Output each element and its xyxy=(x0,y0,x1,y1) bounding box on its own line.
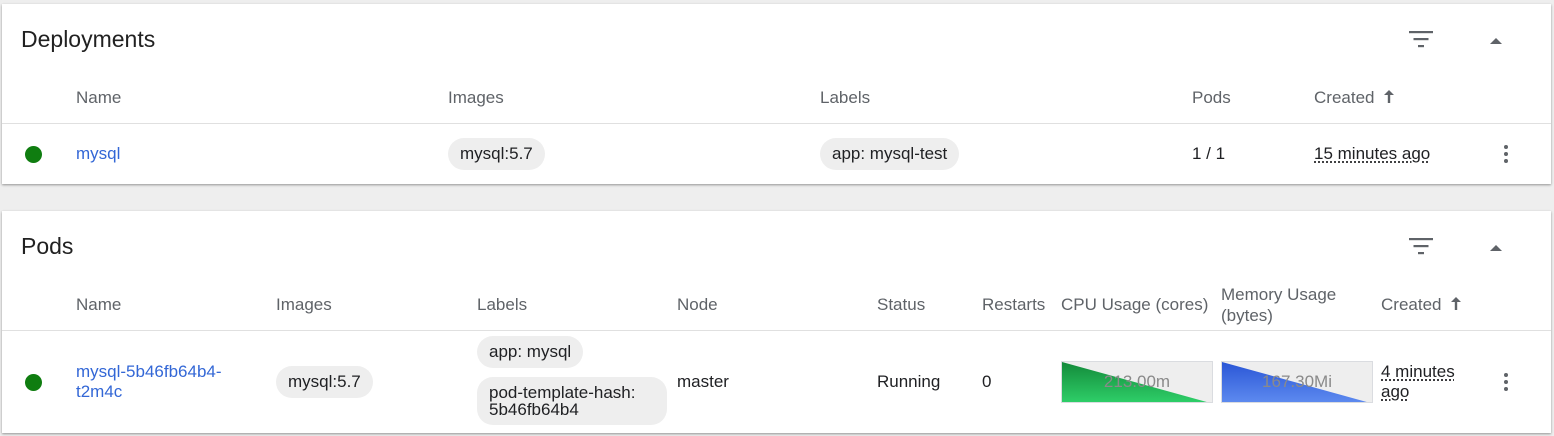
restart-count: 0 xyxy=(982,372,992,391)
label-chip: app: mysql-test xyxy=(820,138,960,170)
column-header-restarts: Restarts xyxy=(982,295,1046,314)
collapse-icon[interactable] xyxy=(1489,240,1503,258)
memory-value: 167.30Mi xyxy=(1262,372,1332,391)
status-ok-icon xyxy=(25,146,42,163)
memory-header-line1: Memory Usage xyxy=(1221,285,1337,304)
column-header-created[interactable]: Created xyxy=(1381,294,1462,315)
column-header-memory: Memory Usage (bytes) xyxy=(1221,284,1336,326)
pods-count: 1 / 1 xyxy=(1192,144,1226,163)
column-header-labels: Labels xyxy=(477,295,528,314)
created-header-label: Created xyxy=(1314,88,1375,107)
row-divider xyxy=(2,330,1551,331)
deployments-card: Deployments Name Images Labels Pods Crea… xyxy=(2,4,1551,184)
created-time: 4 minutes ago xyxy=(1381,362,1455,402)
pod-name-link[interactable]: mysql-5b46fb64b4- t2m4c xyxy=(76,362,222,402)
image-chip: mysql:5.7 xyxy=(448,138,545,170)
pods-card: Pods Name Images Labels Node Status Rest… xyxy=(2,211,1551,433)
column-header-cpu: CPU Usage (cores) xyxy=(1061,295,1209,314)
pod-name-line2: t2m4c xyxy=(76,382,123,401)
memory-header-line2: (bytes) xyxy=(1221,306,1273,325)
collapse-icon[interactable] xyxy=(1489,33,1503,51)
label-chip: app: mysql xyxy=(477,336,584,368)
created-line2: ago xyxy=(1381,382,1410,401)
filter-icon[interactable] xyxy=(1408,29,1434,54)
column-header-name[interactable]: Name xyxy=(76,87,121,108)
deployment-name-link[interactable]: mysql xyxy=(76,144,120,164)
more-vert-icon[interactable] xyxy=(1502,145,1510,166)
more-vert-icon[interactable] xyxy=(1502,373,1510,394)
cpu-sparkline: 213.00m xyxy=(1061,361,1213,403)
label-chip: pod-template-hash: 5b46fb64b4 xyxy=(477,377,667,425)
column-header-images: Images xyxy=(448,88,504,107)
status-ok-icon xyxy=(25,374,42,391)
column-header-node: Node xyxy=(677,295,718,314)
pods-title: Pods xyxy=(21,233,74,259)
column-header-labels: Labels xyxy=(820,88,871,107)
memory-sparkline: 167.30Mi xyxy=(1221,361,1373,403)
image-chip: mysql:5.7 xyxy=(276,366,373,398)
created-header-label: Created xyxy=(1381,295,1442,314)
pod-status: Running xyxy=(877,372,941,391)
sort-arrow-up-icon xyxy=(1451,297,1462,310)
column-header-images: Images xyxy=(276,295,332,314)
created-line1: 4 minutes xyxy=(1381,362,1455,381)
node-name: master xyxy=(677,372,729,391)
sort-arrow-up-icon xyxy=(1384,90,1395,103)
column-header-status: Status xyxy=(877,295,926,314)
deployments-title: Deployments xyxy=(21,26,156,52)
created-time: 15 minutes ago xyxy=(1314,144,1431,163)
cpu-value: 213.00m xyxy=(1103,372,1171,391)
column-header-name[interactable]: Name xyxy=(76,294,121,315)
column-header-pods: Pods xyxy=(1192,88,1231,107)
column-header-created[interactable]: Created xyxy=(1314,87,1395,108)
pod-name-line1: mysql-5b46fb64b4- xyxy=(76,362,222,381)
row-divider xyxy=(2,123,1551,124)
filter-icon[interactable] xyxy=(1408,236,1434,261)
